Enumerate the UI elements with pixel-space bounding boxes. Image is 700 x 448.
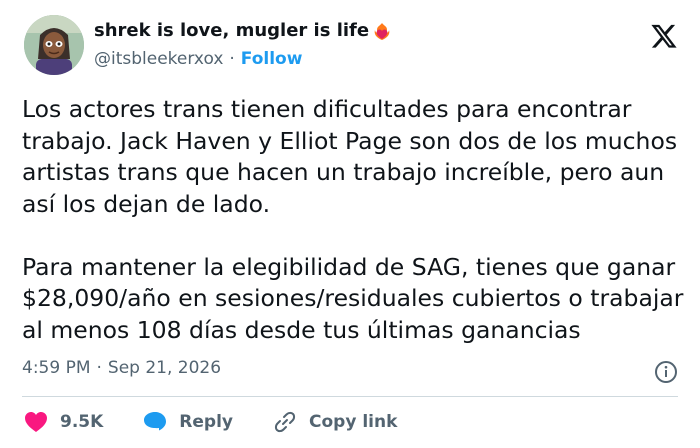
tweet-text: Los actores trans tienen dificultades pa… [22,94,692,346]
reply-button[interactable]: Reply [143,411,233,433]
display-name[interactable]: shrek is love, mugler is life [94,20,369,41]
tweet-time: 4:59 PM [22,358,91,378]
info-icon[interactable] [654,360,678,384]
timestamp-separator: · [96,358,102,378]
copy-link-label: Copy link [309,412,398,432]
copy-link-button[interactable]: Copy link [273,410,397,434]
follow-button[interactable]: Follow [241,49,303,69]
handle[interactable]: @itsbleekerxox [94,49,223,69]
avatar[interactable] [24,15,84,75]
link-icon [274,411,296,433]
handle-row: @itsbleekerxox · Follow [94,49,302,69]
tweet-paragraph-2: Para mantener la elegibilidad de SAG, ti… [22,252,684,344]
like-button[interactable]: 9.5K [24,411,103,433]
action-bar: 9.5K Reply Copy link [24,410,437,434]
tweet-paragraph-1: Los actores trans tienen dificultades pa… [22,95,678,218]
separator-dot: · [229,49,235,69]
likes-count: 9.5K [60,412,104,432]
heart-on-fire-icon [374,22,390,40]
reply-label: Reply [179,412,233,432]
x-logo-icon[interactable] [650,22,678,50]
avatar-image [24,15,84,75]
divider [22,396,678,397]
display-name-row: shrek is love, mugler is life [94,20,392,41]
heart-icon [25,412,47,432]
reply-bubble-icon [144,412,167,431]
tweet-date: Sep 21, 2026 [107,358,222,378]
tweet-timestamp[interactable]: 4:59 PM · Sep 21, 2026 [22,358,221,378]
